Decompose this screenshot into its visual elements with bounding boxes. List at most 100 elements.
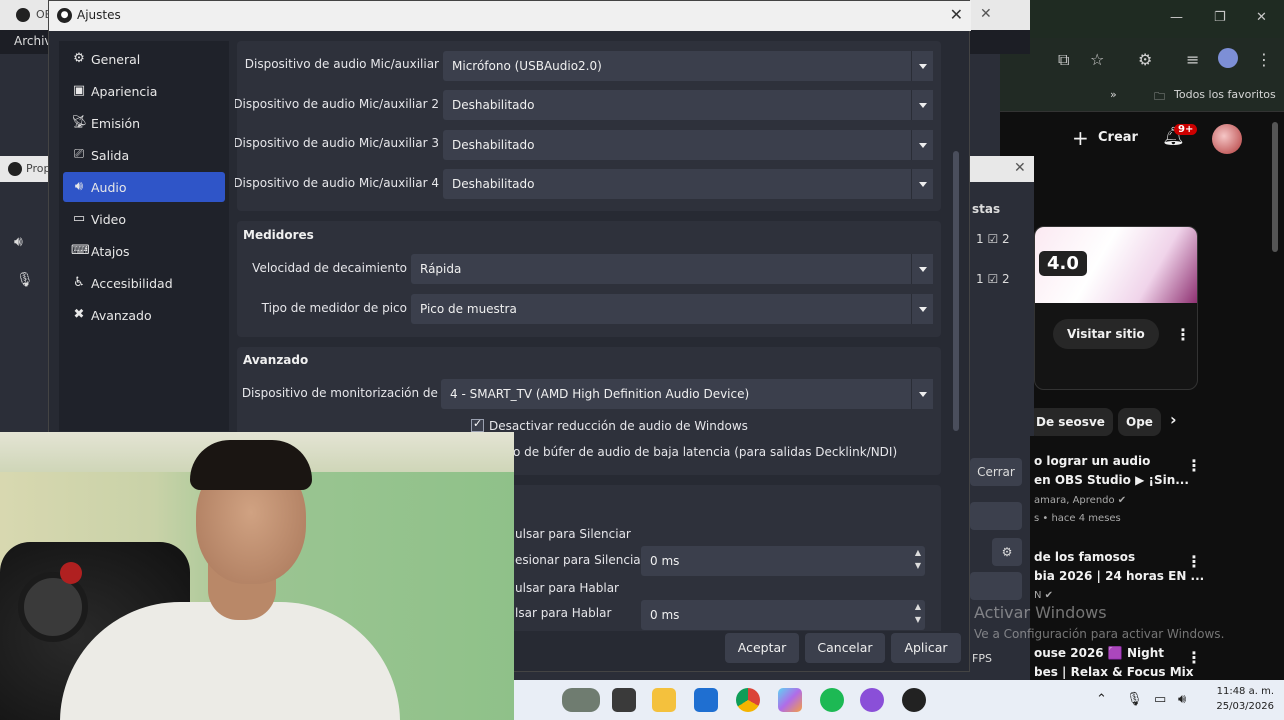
turtle-app-icon[interactable] — [562, 688, 600, 712]
chip-filter-2[interactable]: Ope — [1118, 408, 1161, 436]
content-scrollbar[interactable] — [953, 151, 959, 431]
mute-delay-spinbox[interactable]: 0 ms ▲ ▼ — [641, 546, 925, 576]
video-title-line1[interactable]: de los famosos — [1034, 550, 1135, 564]
sidebar-item-video[interactable]: ▭ Video — [63, 204, 225, 234]
create-button[interactable]: Crear — [1098, 130, 1138, 145]
apply-button[interactable]: Aplicar — [891, 633, 961, 663]
chrome-icon[interactable] — [736, 688, 760, 712]
sidebar-item-label: Salida — [91, 148, 130, 163]
track-checkboxes[interactable]: 1 ☑ 2 — [976, 272, 1010, 286]
chevron-down-icon[interactable]: ▼ — [915, 615, 921, 624]
push-to-talk-label[interactable]: ulsar para Hablar — [515, 581, 619, 595]
scrollbar[interactable] — [1272, 122, 1278, 252]
chevron-up-icon[interactable]: ⌃ — [1096, 692, 1107, 707]
field-label: Tipo de medidor de pico — [261, 301, 407, 315]
all-bookmarks-link[interactable]: Todos los favoritos — [1174, 88, 1276, 101]
sidebar-item-avanzado[interactable]: ✖ Avanzado — [63, 300, 225, 330]
extensions-icon[interactable]: ⚙ — [1138, 50, 1152, 69]
peak-meter-select[interactable]: Pico de muestra — [411, 294, 933, 324]
sidebar-item-apariencia[interactable]: ▣ Apariencia — [63, 76, 225, 106]
webcam-person-hair — [190, 440, 312, 490]
obs-logo-icon — [16, 8, 30, 22]
restore-icon[interactable]: ❐ — [1214, 10, 1226, 25]
video-channel: N ✔ — [1034, 590, 1054, 601]
wrench-icon: ✖ — [73, 307, 85, 322]
video-title-line2[interactable]: bia 2026 | 24 horas EN ... — [1034, 569, 1204, 583]
accept-button[interactable]: Aceptar — [725, 633, 799, 663]
sidebar-item-atajos[interactable]: ⌨ Atajos — [63, 236, 225, 266]
volume-icon[interactable]: 🔊︎ — [1178, 692, 1186, 707]
monitoring-device-select[interactable]: 4 - SMART_TV (AMD High Definition Audio … — [441, 379, 933, 409]
mic-device-2-select[interactable]: Deshabilitado — [443, 90, 933, 120]
close-icon[interactable]: ✕ — [1256, 10, 1267, 25]
video-title-line2[interactable]: bes | Relax & Focus Mix — [1034, 665, 1194, 679]
mic-icon[interactable]: 🎙︎ — [16, 272, 34, 288]
more-bookmarks-icon[interactable]: » — [1110, 88, 1117, 101]
speaker-icon[interactable]: 🔊︎ — [14, 234, 23, 250]
disable-ducking-checkbox[interactable]: Desactivar reducción de audio de Windows — [471, 417, 748, 433]
video-more-icon[interactable]: ⋮ — [1186, 648, 1202, 667]
chevron-right-icon[interactable]: › — [1170, 410, 1177, 429]
more-options-icon[interactable]: ⋮ — [1175, 325, 1191, 344]
sidebar-item-accesibilidad[interactable]: ♿︎ Accesibilidad — [63, 268, 225, 298]
store-icon[interactable] — [694, 688, 718, 712]
network-icon[interactable]: ▭ — [1154, 692, 1166, 707]
field-label: Dispositivo de audio Mic/auxiliar 3 — [235, 136, 439, 150]
gear-icon[interactable]: ⚙ — [992, 538, 1022, 566]
avatar[interactable] — [1212, 124, 1242, 154]
chevron-up-icon[interactable]: ▲ — [915, 602, 921, 611]
talk-delay-spinbox[interactable]: 0 ms ▲ ▼ — [641, 600, 925, 630]
visit-site-button[interactable]: Visitar sitio — [1053, 319, 1159, 349]
install-app-icon[interactable]: ⧉ — [1058, 50, 1069, 70]
video-title-line1[interactable]: ouse 2026 🟪 Night — [1034, 646, 1164, 660]
activation-watermark-title: Activar Windows — [974, 603, 1107, 622]
video-title-line2[interactable]: en OBS Studio ▶ ¡Sin... — [1034, 473, 1189, 487]
chevron-up-icon[interactable]: ▲ — [915, 548, 921, 557]
sidebar-item-label: Accesibilidad — [91, 276, 173, 291]
mic-icon[interactable]: 🎙︎ — [1126, 692, 1143, 707]
speaker-icon: 🔊︎ — [74, 179, 84, 194]
bookmark-star-icon[interactable]: ☆ — [1090, 50, 1104, 69]
mic-device-4-select[interactable]: Deshabilitado — [443, 169, 933, 199]
select-value: Deshabilitado — [452, 138, 535, 152]
close-button[interactable]: Cerrar — [970, 458, 1022, 486]
minimize-icon[interactable]: — — [1170, 10, 1183, 25]
close-icon[interactable]: ✕ — [950, 5, 963, 24]
track-checkboxes[interactable]: 1 ☑ 2 — [976, 232, 1010, 246]
low-latency-checkbox-label[interactable]: o de búfer de audio de baja latencia (pa… — [513, 445, 897, 459]
cancel-button[interactable]: Cancelar — [805, 633, 885, 663]
chevron-down-icon[interactable]: ▼ — [915, 561, 921, 570]
decay-rate-select[interactable]: Rápida — [411, 254, 933, 284]
mic-device-select[interactable]: Micrófono (USBAudio2.0) — [443, 51, 933, 81]
select-value: Deshabilitado — [452, 177, 535, 191]
spinbox-value: 0 ms — [650, 608, 680, 622]
app-icon[interactable] — [860, 688, 884, 712]
video-more-icon[interactable]: ⋮ — [1186, 456, 1202, 475]
obs-logo-icon: ● — [57, 8, 72, 23]
video-more-icon[interactable]: ⋮ — [1186, 552, 1202, 571]
sidebar-item-audio[interactable]: 🔊︎ Audio — [63, 172, 225, 202]
webcam-microphone — [18, 572, 88, 642]
profile-avatar[interactable] — [1218, 48, 1238, 68]
spotify-icon[interactable] — [820, 688, 844, 712]
sidebar-item-emision[interactable]: 📡︎ Emisión — [63, 108, 225, 138]
folder-icon[interactable] — [652, 688, 676, 712]
terminal-icon[interactable] — [612, 688, 636, 712]
input-field[interactable] — [970, 502, 1022, 530]
chip-filter-1[interactable]: De seosve — [1028, 408, 1113, 436]
close-icon[interactable]: ✕ — [980, 6, 992, 22]
obs-icon[interactable] — [902, 688, 926, 712]
ad-card[interactable]: 4.0 Visitar sitio ⋮ — [1034, 226, 1198, 390]
copilot-icon[interactable] — [778, 688, 802, 712]
input-field[interactable] — [970, 572, 1022, 600]
media-icon[interactable]: ≡ — [1186, 50, 1199, 69]
clock[interactable]: 11:48 a. m. 25/03/2026 — [1208, 684, 1274, 714]
sidebar-item-general[interactable]: ⚙ General — [63, 44, 225, 74]
menu-icon[interactable]: ⋮ — [1256, 50, 1272, 69]
mic-device-3-select[interactable]: Deshabilitado — [443, 130, 933, 160]
video-title-line1[interactable]: o lograr un audio — [1034, 454, 1150, 468]
close-icon[interactable]: ✕ — [1014, 160, 1026, 176]
push-to-mute-label[interactable]: ulsar para Silenciar — [515, 527, 631, 541]
sidebar-item-salida[interactable]: ⎚ Salida — [63, 140, 225, 170]
output-icon: ⎚ — [73, 147, 85, 162]
